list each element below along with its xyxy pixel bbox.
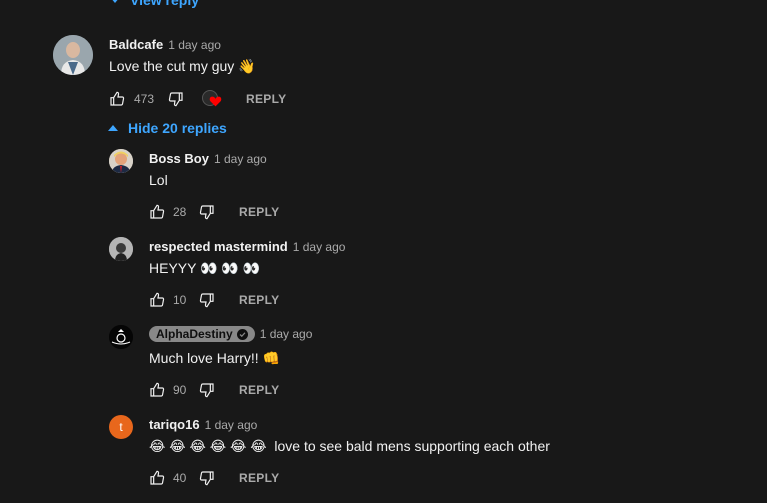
- thumbs-up-icon: [150, 382, 165, 397]
- thumbs-up-icon: [150, 470, 165, 485]
- thumbs-up-icon: [150, 292, 165, 307]
- dislike-button[interactable]: [199, 470, 215, 486]
- dislike-button[interactable]: [168, 91, 184, 107]
- reply-button[interactable]: REPLY: [239, 471, 279, 485]
- thumbs-down-icon: [199, 293, 214, 308]
- verified-check-icon: [236, 328, 248, 340]
- reply-header: Boss Boy 1 day ago: [149, 151, 267, 166]
- person-avatar-icon: [109, 149, 133, 173]
- channel-logo-icon: [109, 325, 133, 349]
- like-button[interactable]: [109, 91, 125, 107]
- view-reply-label: View reply: [130, 0, 200, 8]
- like-count: 40: [173, 471, 187, 485]
- reply-button[interactable]: REPLY: [246, 92, 286, 106]
- thumbs-down-icon: [199, 383, 214, 398]
- thumbs-down-icon: [199, 471, 214, 486]
- creator-heart: [202, 89, 224, 109]
- avatar[interactable]: t: [109, 415, 133, 439]
- reply-actions: 10 REPLY: [149, 290, 279, 310]
- reply-header: respected mastermind 1 day ago: [149, 239, 345, 254]
- hide-replies-label: Hide 20 replies: [128, 120, 227, 136]
- reply-author[interactable]: respected mastermind: [149, 239, 288, 254]
- reply-button[interactable]: REPLY: [239, 205, 279, 219]
- chevron-down-icon: [110, 0, 120, 3]
- thumbs-up-icon: [110, 91, 125, 106]
- like-count: 473: [134, 92, 155, 106]
- comment-header: Baldcafe 1 day ago: [109, 37, 221, 52]
- reply-actions: 28 REPLY: [149, 202, 279, 222]
- comment-time[interactable]: 1 day ago: [168, 38, 221, 52]
- reply-button[interactable]: REPLY: [239, 383, 279, 397]
- comment-author[interactable]: Baldcafe: [109, 37, 163, 52]
- reply-text: Lol: [149, 172, 168, 188]
- comment-text: Love the cut my guy 👋: [109, 58, 256, 74]
- dislike-button[interactable]: [199, 382, 215, 398]
- reply-time[interactable]: 1 day ago: [293, 240, 346, 254]
- view-reply-toggle[interactable]: View reply: [110, 0, 199, 8]
- hide-replies-toggle[interactable]: Hide 20 replies: [108, 120, 227, 136]
- like-count: 28: [173, 205, 187, 219]
- reply-author: AlphaDestiny: [156, 327, 233, 341]
- reply-actions: 40 REPLY: [149, 468, 279, 488]
- like-button[interactable]: [149, 292, 165, 308]
- like-count: 90: [173, 383, 187, 397]
- avatar[interactable]: [53, 35, 93, 75]
- reply-author[interactable]: tariqo16: [149, 417, 200, 432]
- reply-time[interactable]: 1 day ago: [260, 327, 313, 341]
- channel-owner-badge[interactable]: AlphaDestiny: [149, 326, 255, 342]
- heart-icon: [209, 96, 222, 107]
- reply-actions: 90 REPLY: [149, 380, 279, 400]
- comment-actions: 473 REPLY: [109, 89, 286, 109]
- avatar-letter: t: [119, 420, 123, 434]
- reply-text: Much love Harry!! 👊: [149, 350, 281, 366]
- avatar[interactable]: [109, 237, 133, 261]
- avatar[interactable]: [109, 325, 133, 349]
- dislike-button[interactable]: [199, 292, 215, 308]
- reply-text: 😂 😂 😂 😂 😂 😂 love to see bald mens suppor…: [149, 438, 550, 454]
- like-count: 10: [173, 293, 187, 307]
- reply-header: tariqo16 1 day ago: [149, 417, 257, 432]
- reply-author[interactable]: Boss Boy: [149, 151, 209, 166]
- dislike-button[interactable]: [199, 204, 215, 220]
- like-button[interactable]: [149, 204, 165, 220]
- thumbs-down-icon: [168, 92, 183, 107]
- like-button[interactable]: [149, 382, 165, 398]
- reply-button[interactable]: REPLY: [239, 293, 279, 307]
- thumbs-up-icon: [150, 204, 165, 219]
- chevron-up-icon: [108, 125, 118, 131]
- reply-time[interactable]: 1 day ago: [214, 152, 267, 166]
- person-avatar-icon: [53, 35, 93, 75]
- reply-header: AlphaDestiny 1 day ago: [149, 326, 312, 342]
- like-button[interactable]: [149, 470, 165, 486]
- avatar[interactable]: [109, 149, 133, 173]
- thumbs-down-icon: [199, 205, 214, 220]
- reply-text: HEYYY 👀 👀 👀: [149, 260, 261, 276]
- reply-time[interactable]: 1 day ago: [205, 418, 258, 432]
- person-avatar-icon: [109, 237, 133, 261]
